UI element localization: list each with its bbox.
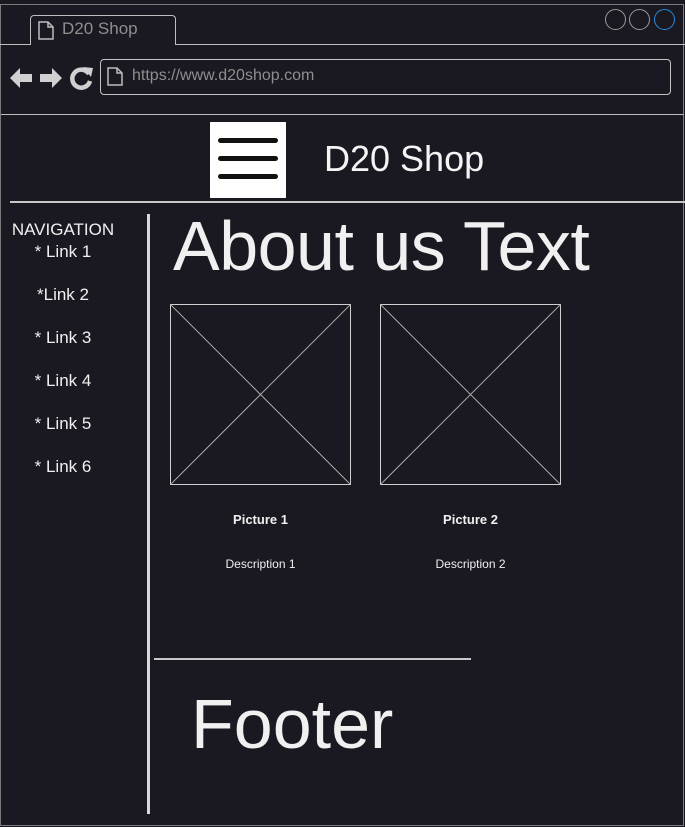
picture-label: Picture 2 [443, 512, 498, 527]
image-placeholder-icon [380, 304, 561, 485]
site-title: D20 Shop [324, 138, 485, 179]
sidebar-link-2[interactable]: *Link 2 [0, 285, 126, 305]
minimize-button[interactable] [605, 9, 626, 30]
url-text: https://www.d20shop.com [132, 67, 315, 84]
tab-bar-border [0, 44, 31, 45]
maximize-button[interactable] [629, 9, 650, 30]
image-placeholder-icon [170, 304, 351, 485]
nav-title: NAVIGATION [11, 220, 115, 239]
menu-bar [218, 156, 278, 161]
sidebar-link-4[interactable]: * Link 4 [0, 371, 126, 391]
toolbar-divider [1, 114, 684, 115]
sidebar-link-6[interactable]: * Link 6 [0, 457, 126, 477]
document-icon [38, 21, 54, 40]
sidebar-link-3[interactable]: * Link 3 [0, 328, 126, 348]
document-icon [107, 67, 123, 86]
footer-divider [154, 658, 471, 660]
header-divider [10, 201, 685, 203]
close-button[interactable] [654, 9, 675, 30]
picture-label: Picture 1 [233, 512, 288, 527]
sidebar-link-1[interactable]: * Link 1 [0, 242, 126, 262]
address-bar[interactable]: https://www.d20shop.com [100, 59, 671, 95]
hamburger-menu-icon[interactable] [210, 122, 286, 198]
sidebar-divider [147, 214, 150, 814]
back-arrow-icon[interactable] [9, 66, 33, 90]
menu-bar [218, 138, 278, 143]
picture-description: Description 2 [435, 557, 506, 571]
forward-arrow-icon[interactable] [39, 66, 63, 90]
tab-title: D20 Shop [62, 19, 138, 38]
menu-bar [218, 174, 278, 179]
reload-icon[interactable] [70, 66, 94, 90]
sidebar-link-5[interactable]: * Link 5 [0, 414, 126, 434]
picture-description: Description 1 [225, 557, 296, 571]
footer-text: Footer [191, 685, 394, 763]
browser-tab[interactable]: D20 Shop [30, 15, 176, 45]
about-heading: About us Text [173, 207, 590, 285]
tab-bar-border [175, 44, 685, 45]
